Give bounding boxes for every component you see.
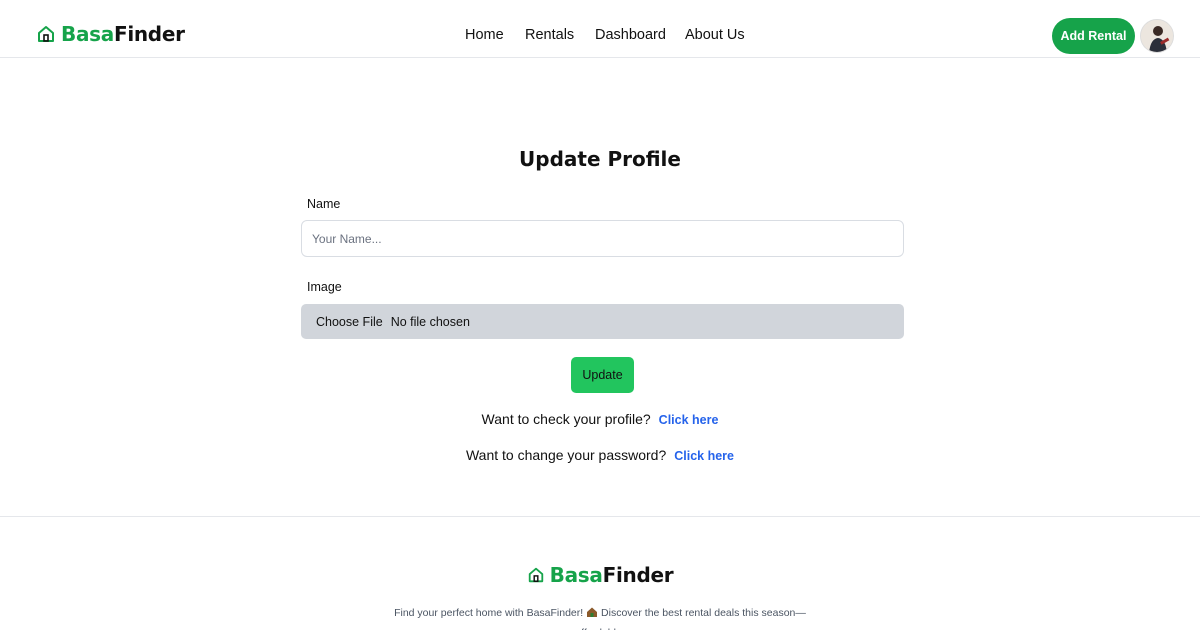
avatar-image-icon (1141, 20, 1173, 52)
nav-home[interactable]: Home (465, 27, 504, 43)
nav-dashboard[interactable]: Dashboard (595, 27, 666, 43)
page-title: Update Profile (519, 147, 681, 171)
password-link[interactable]: Click here (674, 449, 734, 463)
name-label: Name (307, 197, 341, 211)
footer-divider (0, 516, 1200, 517)
footer-text-part1: Find your perfect home with BasaFinder! (394, 607, 584, 619)
password-prompt-row: Want to change your password? Click here (0, 447, 1200, 463)
image-label: Image (307, 280, 342, 294)
add-rental-button[interactable]: Add Rental (1052, 18, 1135, 54)
nav-about-us[interactable]: About Us (685, 27, 745, 43)
name-input[interactable] (301, 220, 904, 257)
house-emoji-icon (587, 607, 598, 617)
update-button[interactable]: Update (571, 357, 634, 393)
footer-text-part2: Discover the best rental deals this seas… (575, 607, 806, 630)
footer-brand-part1: Basa (549, 563, 603, 587)
footer-brand-part2: Finder (602, 563, 674, 587)
main-nav: Home Rentals Dashboard About Us (0, 27, 1200, 47)
nav-rentals[interactable]: Rentals (525, 27, 574, 43)
choose-file-button[interactable]: Choose File (316, 315, 383, 329)
profile-link[interactable]: Click here (659, 413, 719, 427)
header: Basa Finder Home Rentals Dashboard About … (0, 0, 1200, 58)
footer-description: Find your perfect home with BasaFinder! … (380, 603, 820, 630)
file-status: No file chosen (390, 314, 470, 329)
house-icon (528, 567, 543, 583)
password-prompt-text: Want to change your password? (465, 447, 667, 463)
footer-brand-logo[interactable]: Basa Finder (0, 563, 1200, 587)
user-avatar-icon[interactable] (1140, 19, 1174, 53)
profile-prompt-text: Want to check your profile? (481, 411, 651, 427)
profile-prompt-row: Want to check your profile? Click here (0, 411, 1200, 427)
image-file-input[interactable]: Choose File No file chosen (301, 304, 904, 339)
